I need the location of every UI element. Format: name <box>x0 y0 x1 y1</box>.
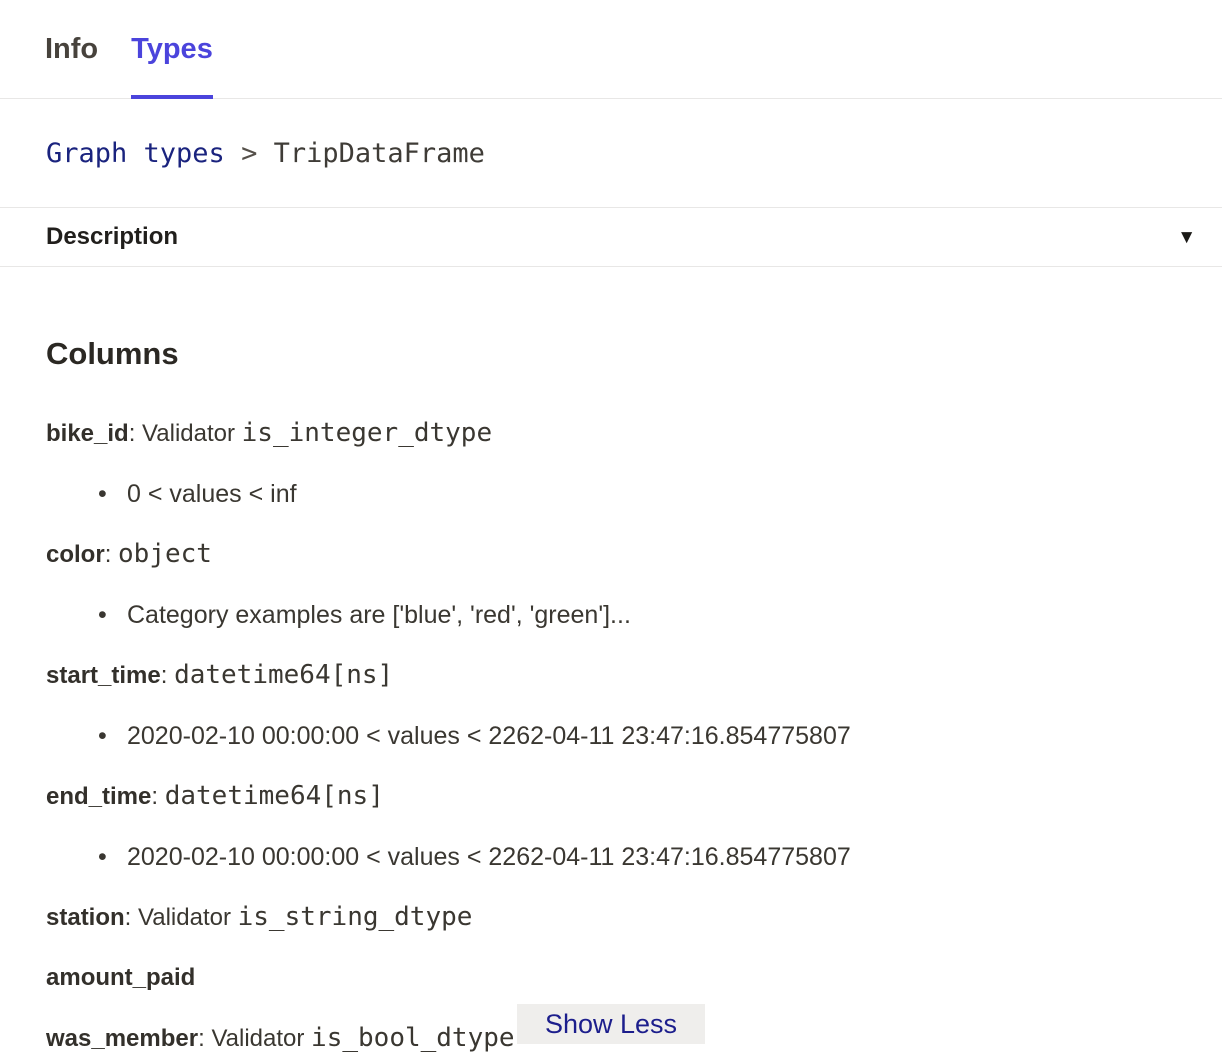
column-line: start_time: datetime64[ns] <box>46 659 1176 692</box>
column-dtype: datetime64[ns] <box>174 660 393 690</box>
column-validator-label: Validator <box>142 420 242 447</box>
chevron-down-icon: ▼ <box>1177 228 1196 247</box>
column-entry: amount_paid <box>46 962 1176 994</box>
column-name: color <box>46 541 105 568</box>
tab-info[interactable]: Info <box>45 0 98 98</box>
column-line: amount_paid <box>46 962 1176 994</box>
column-name: start_time <box>46 662 161 689</box>
column-entry: start_time: datetime64[ns] 2020-02-10 00… <box>46 659 1176 752</box>
constraint-item: Category examples are ['blue', 'red', 'g… <box>46 599 1176 631</box>
constraint-item: 2020-02-10 00:00:00 < values < 2262-04-1… <box>46 841 1176 873</box>
column-constraints: 0 < values < inf <box>46 478 1176 510</box>
column-line: color: object <box>46 538 1176 571</box>
columns-section: Columns bike_id: Validator is_integer_dt… <box>0 335 1222 1055</box>
breadcrumb-parent-link[interactable]: Graph types <box>46 138 225 169</box>
tab-info-label: Info <box>45 33 98 66</box>
column-name: station <box>46 904 125 931</box>
columns-heading: Columns <box>46 335 1176 373</box>
column-dtype: is_integer_dtype <box>242 418 492 448</box>
column-separator: : <box>161 662 174 689</box>
column-separator: : <box>105 541 118 568</box>
tab-bar: Info Types <box>0 0 1222 99</box>
column-dtype: object <box>118 539 212 569</box>
column-line: station: Validator is_string_dtype <box>46 901 1176 934</box>
column-validator-label: Validator <box>138 904 238 931</box>
column-separator: : <box>129 420 142 447</box>
column-name: was_member <box>46 1025 198 1052</box>
column-separator: : <box>198 1025 211 1052</box>
column-validator-label: Validator <box>211 1025 311 1052</box>
breadcrumb-separator: > <box>225 138 274 169</box>
breadcrumb: Graph types > TripDataFrame <box>0 99 1222 208</box>
column-separator: : <box>125 904 138 931</box>
show-less-button[interactable]: Show Less <box>517 1004 705 1044</box>
column-entry: bike_id: Validator is_integer_dtype 0 < … <box>46 417 1176 510</box>
constraint-item: 0 < values < inf <box>46 478 1176 510</box>
column-constraints: 2020-02-10 00:00:00 < values < 2262-04-1… <box>46 720 1176 752</box>
column-constraints: 2020-02-10 00:00:00 < values < 2262-04-1… <box>46 841 1176 873</box>
type-detail-panel: Info Types Graph types > TripDataFrame D… <box>0 0 1222 1062</box>
tab-types[interactable]: Types <box>131 0 213 98</box>
constraint-item: 2020-02-10 00:00:00 < values < 2262-04-1… <box>46 720 1176 752</box>
column-name: bike_id <box>46 420 129 447</box>
tab-types-label: Types <box>131 33 213 66</box>
column-line: bike_id: Validator is_integer_dtype <box>46 417 1176 450</box>
breadcrumb-current: TripDataFrame <box>274 138 485 169</box>
column-name: amount_paid <box>46 964 195 991</box>
columns-list: bike_id: Validator is_integer_dtype 0 < … <box>46 417 1176 1055</box>
column-name: end_time <box>46 783 151 810</box>
column-dtype: is_bool_dtype <box>311 1023 515 1053</box>
column-dtype: is_string_dtype <box>238 902 473 932</box>
column-separator: : <box>151 783 164 810</box>
description-accordion-header[interactable]: Description ▼ <box>0 208 1222 267</box>
column-dtype: datetime64[ns] <box>165 781 384 811</box>
column-entry: station: Validator is_string_dtype <box>46 901 1176 934</box>
column-entry: color: object Category examples are ['bl… <box>46 538 1176 631</box>
description-title: Description <box>46 223 178 251</box>
column-entry: end_time: datetime64[ns] 2020-02-10 00:0… <box>46 780 1176 873</box>
column-line: end_time: datetime64[ns] <box>46 780 1176 813</box>
column-constraints: Category examples are ['blue', 'red', 'g… <box>46 599 1176 631</box>
